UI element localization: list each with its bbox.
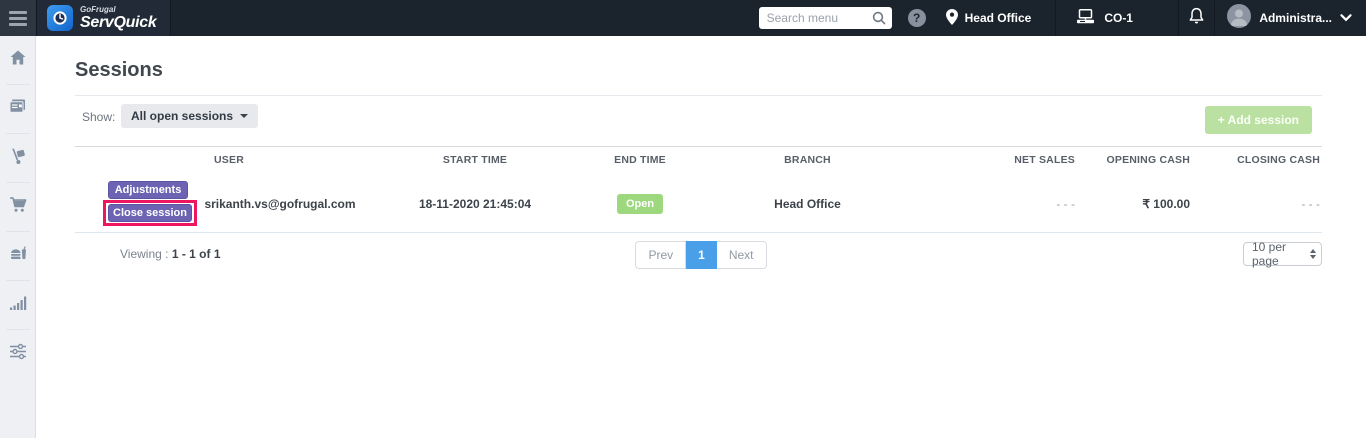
settings-icon xyxy=(9,343,27,365)
table-header-row: USER START TIME END TIME BRANCH NET SALE… xyxy=(75,147,1322,177)
main-content: Sessions Show: All open sessions + Add s… xyxy=(36,36,1366,438)
chevron-down-icon xyxy=(1340,9,1352,27)
brand-logo[interactable]: GoFrugal ServQuick xyxy=(36,0,172,36)
sidebar-item-reports[interactable] xyxy=(0,281,35,329)
user-name-label: Administra... xyxy=(1259,11,1332,25)
branch-selector[interactable]: Head Office xyxy=(945,0,1056,36)
billing-icon xyxy=(8,98,27,120)
servquick-app-icon xyxy=(47,5,73,31)
notifications-button[interactable] xyxy=(1179,0,1216,36)
pagination: Prev 1 Next xyxy=(36,241,1366,269)
sidebar-item-delivery[interactable] xyxy=(0,134,35,182)
prev-page-button[interactable]: Prev xyxy=(635,241,687,269)
help-icon[interactable]: ? xyxy=(907,9,926,27)
session-filter-value: All open sessions xyxy=(131,109,234,123)
column-net-sales: NET SALES xyxy=(1014,154,1075,166)
delivery-icon xyxy=(9,147,27,170)
session-branch-cell: Head Office xyxy=(700,176,915,233)
cart-icon xyxy=(9,196,27,218)
column-start-time: START TIME xyxy=(442,154,508,166)
current-page-button[interactable]: 1 xyxy=(686,241,717,269)
sidebar-item-settings[interactable] xyxy=(0,330,35,378)
bell-icon xyxy=(1188,7,1205,30)
sidebar-item-home[interactable] xyxy=(0,36,35,84)
sidebar-item-billing[interactable] xyxy=(0,85,35,133)
column-actions xyxy=(75,147,190,177)
session-net-sales-cell: - - - xyxy=(915,176,1105,233)
caret-down-icon xyxy=(240,114,249,118)
per-page-value: 10 per page xyxy=(1252,240,1287,268)
brand-name: GoFrugal ServQuick xyxy=(80,4,157,31)
sidebar-item-cart[interactable] xyxy=(0,183,35,231)
sidebar xyxy=(0,36,36,438)
column-user: USER xyxy=(214,154,244,166)
sidebar-item-food-menu[interactable] xyxy=(0,232,35,280)
column-end-time: END TIME xyxy=(614,154,666,166)
per-page-select[interactable]: 10 per page xyxy=(1243,240,1322,268)
session-user-cell: srikanth.vs@gofrugal.com xyxy=(190,176,370,233)
location-pin-icon xyxy=(945,8,958,28)
page-title: Sessions xyxy=(75,59,163,82)
terminal-label: CO-1 xyxy=(1104,11,1133,25)
table-row: Adjustments Close session srikanth.vs@go… xyxy=(75,176,1322,233)
session-end-time-cell: Open xyxy=(580,176,700,233)
avatar xyxy=(1227,3,1252,33)
user-menu[interactable]: Administra... xyxy=(1215,0,1366,36)
column-branch: BRANCH xyxy=(784,154,831,166)
column-closing-cash: CLOSING CASH xyxy=(1237,154,1320,166)
branch-label: Head Office xyxy=(964,11,1032,25)
adjustments-button[interactable]: Adjustments xyxy=(108,181,188,200)
reports-icon xyxy=(9,295,27,316)
title-divider xyxy=(75,95,1322,96)
hamburger-menu-icon[interactable] xyxy=(0,0,36,36)
session-closing-cash-cell: - - - xyxy=(1215,176,1322,233)
session-filter-dropdown[interactable]: All open sessions xyxy=(121,104,259,128)
add-session-button[interactable]: + Add session xyxy=(1204,106,1312,134)
session-start-time-cell: 18-11-2020 21:45:04 xyxy=(370,176,580,233)
search-icon[interactable] xyxy=(872,11,886,30)
highlight-box: Close session xyxy=(103,200,197,227)
terminal-selector[interactable]: CO-1 xyxy=(1055,0,1180,36)
open-status-badge: Open xyxy=(616,193,664,214)
search-box xyxy=(758,7,892,30)
session-opening-cash-cell: ₹ 100.00 xyxy=(1105,176,1215,233)
top-bar: GoFrugal ServQuick ? Head Office CO-1 Ad… xyxy=(0,0,1366,36)
next-page-button[interactable]: Next xyxy=(716,241,767,269)
food-menu-icon xyxy=(9,245,27,267)
session-actions-cell: Adjustments Close session xyxy=(75,176,197,233)
show-label: Show: xyxy=(82,110,116,124)
column-opening-cash: OPENING CASH xyxy=(1106,154,1190,166)
pos-terminal-icon xyxy=(1076,9,1095,27)
sessions-table: USER START TIME END TIME BRANCH NET SALE… xyxy=(75,146,1322,233)
spinner-arrows-icon xyxy=(1310,249,1316,259)
home-icon xyxy=(9,49,27,71)
close-session-button[interactable]: Close session xyxy=(108,204,192,223)
